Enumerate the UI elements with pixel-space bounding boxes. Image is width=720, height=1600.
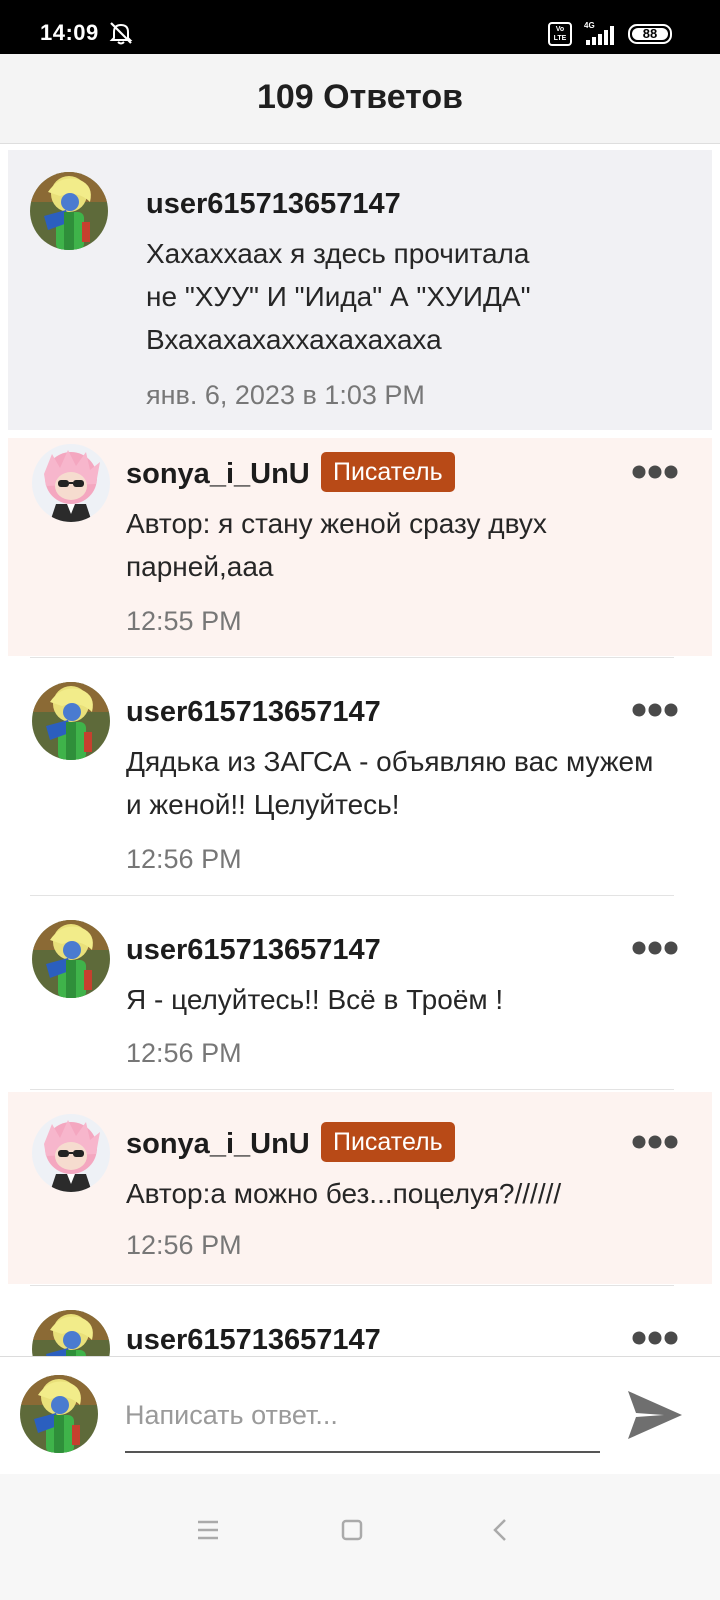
reply-comment: user615713657147 xyxy=(8,1294,712,1356)
avatar[interactable] xyxy=(32,1114,110,1192)
avatar[interactable] xyxy=(32,1310,110,1356)
reply-comment: sonya_i_UnU Писатель Автор:а можно без..… xyxy=(8,1092,712,1284)
comment-text: Автор:а можно без...поцелуя?////// xyxy=(126,1178,562,1209)
more-options-icon[interactable] xyxy=(632,940,678,956)
comment-timestamp: 12:56 PM xyxy=(126,844,242,874)
comment-timestamp: 12:56 PM xyxy=(126,1038,242,1068)
more-options-icon[interactable] xyxy=(632,702,678,718)
divider xyxy=(30,1089,674,1090)
page-title: 109 Ответов xyxy=(256,78,464,116)
back-chevron-icon[interactable] xyxy=(480,1510,520,1550)
divider xyxy=(30,895,674,896)
writer-badge: Писатель xyxy=(321,1122,455,1162)
battery-level: 88 xyxy=(632,27,668,40)
bell-off-icon xyxy=(109,22,133,45)
comment-username[interactable]: user615713657147 xyxy=(126,696,381,729)
comment-username[interactable]: sonya_i_UnU xyxy=(126,1128,310,1161)
divider xyxy=(30,1285,674,1286)
send-icon[interactable] xyxy=(624,1387,684,1443)
comment-text: Хахаххаах я здесь прочитала не "ХУУ" И "… xyxy=(146,238,531,355)
divider xyxy=(30,657,674,658)
comment-username[interactable]: sonya_i_UnU xyxy=(126,458,310,491)
volte-icon: Vo LTE xyxy=(548,22,572,46)
comment-timestamp: 12:56 PM xyxy=(126,1230,242,1260)
reply-comment: user615713657147 Я - целуйтесь!! Всё в Т… xyxy=(8,904,712,1088)
avatar[interactable] xyxy=(32,682,110,760)
comment-timestamp: янв. 6, 2023 в 1:03 PM xyxy=(146,380,425,410)
page-header: 109 Ответов xyxy=(0,54,720,144)
comment-username[interactable]: user615713657147 xyxy=(126,934,381,967)
comment-username[interactable]: user615713657147 xyxy=(126,1324,381,1356)
comment-username[interactable]: user615713657147 xyxy=(146,188,401,221)
more-options-icon[interactable] xyxy=(632,1134,678,1150)
home-square-icon[interactable] xyxy=(332,1510,372,1550)
parent-comment: user615713657147 Хахаххаах я здесь прочи… xyxy=(8,150,712,430)
avatar xyxy=(20,1375,98,1453)
comment-text: Автор: я стану женой сразу двух парней,а… xyxy=(126,508,547,582)
status-bar: 14:09 Vo LTE 4G 88 xyxy=(0,0,720,54)
comment-text: Я - целуйтесь!! Всё в Троём ! xyxy=(126,984,504,1015)
reply-comment: user615713657147 Дядька из ЗАГСА - объяв… xyxy=(8,666,712,894)
avatar[interactable] xyxy=(30,172,108,250)
network-label: 4G xyxy=(584,21,595,30)
reply-bar xyxy=(0,1356,720,1474)
avatar[interactable] xyxy=(32,920,110,998)
signal-icon: 4G xyxy=(584,21,614,45)
avatar[interactable] xyxy=(32,444,110,522)
status-time: 14:09 xyxy=(40,20,99,45)
battery-icon: 88 xyxy=(628,24,672,44)
menu-icon[interactable] xyxy=(188,1510,228,1550)
comment-timestamp: 12:55 PM xyxy=(126,606,242,636)
reply-input[interactable] xyxy=(125,1387,600,1453)
more-options-icon[interactable] xyxy=(632,464,678,480)
more-options-icon[interactable] xyxy=(632,1330,678,1346)
writer-badge: Писатель xyxy=(321,452,455,492)
comment-text: Дядька из ЗАГСА - объявляю вас мужем и ж… xyxy=(126,746,654,820)
system-nav-bar xyxy=(0,1474,720,1600)
reply-comment: sonya_i_UnU Писатель Автор: я стану жено… xyxy=(8,438,712,656)
